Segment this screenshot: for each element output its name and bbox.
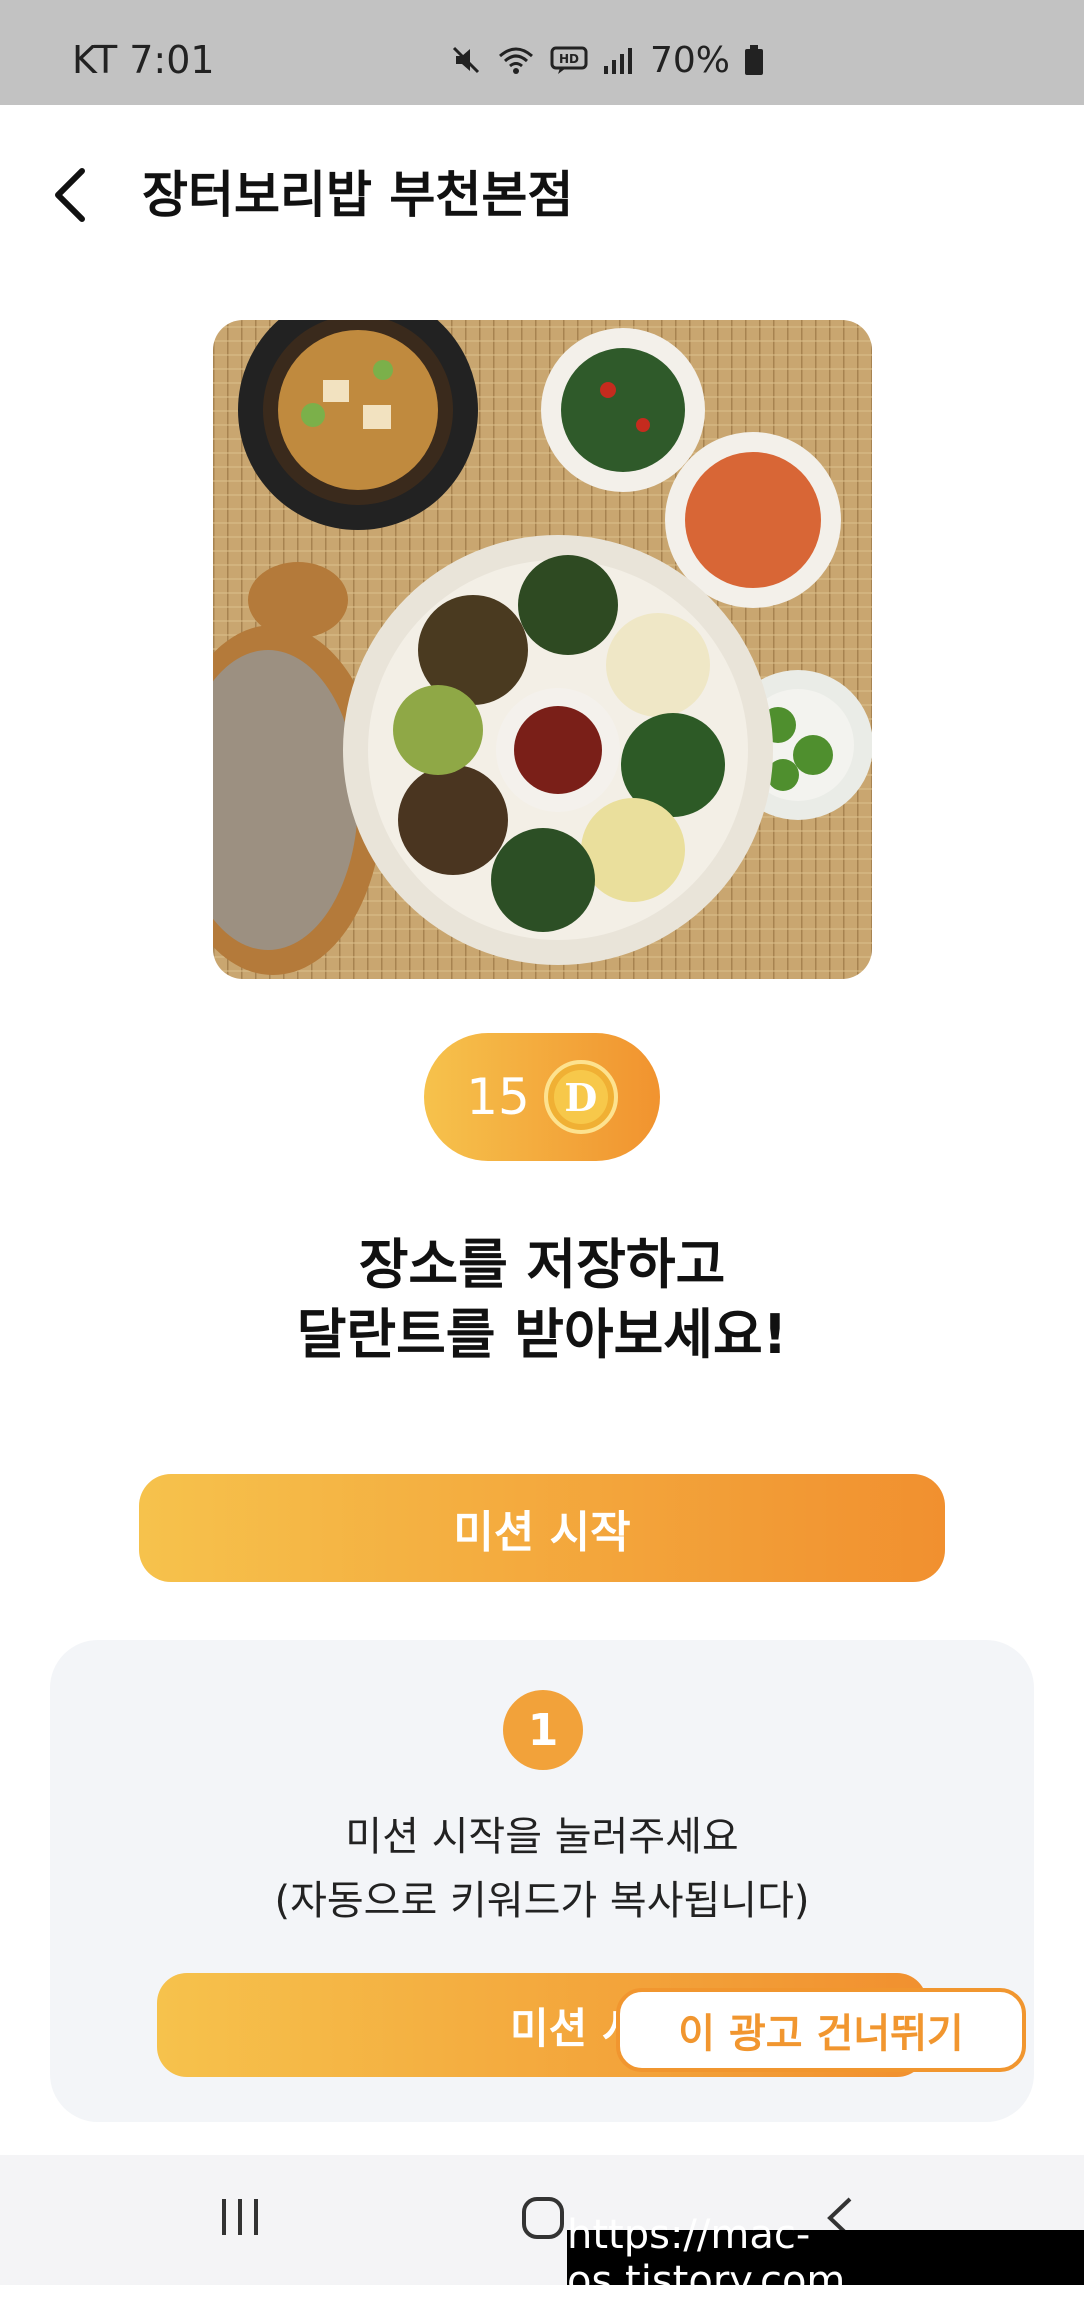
headline-line-1: 장소를 저장하고 (358, 1233, 726, 1296)
battery-percent: 70% (650, 39, 731, 81)
home-button[interactable] (520, 2195, 566, 2245)
back-button[interactable] (40, 160, 100, 230)
coin-letter: D (564, 1074, 598, 1120)
battery-icon (745, 45, 764, 75)
recents-icon (222, 2199, 258, 2235)
page-title: 장터보리밥 부천본점 (142, 166, 574, 224)
mission-start-button[interactable]: 미션 시작 (139, 1474, 945, 1582)
status-carrier-time: KT 7:01 (72, 38, 215, 82)
recents-button[interactable] (218, 2195, 262, 2243)
status-icons: HD 70% (450, 39, 764, 81)
headline-line-2: 달란트를 받아보세요! (296, 1303, 788, 1366)
watermark: https://mac-os.tistory.com (567, 2212, 1084, 2304)
step-instructions: 미션 시작을 눌러주세요 (자동으로 키워드가 복사됩니다) (50, 1805, 1034, 1933)
wifi-icon (499, 47, 533, 74)
coin-icon: D (543, 1060, 618, 1134)
reward-badge: 15 D (424, 1033, 660, 1161)
home-icon (522, 2197, 564, 2239)
step-instruction-line-1: 미션 시작을 눌러주세요 (345, 1814, 739, 1860)
status-bar: KT 7:01 HD 70% (0, 0, 1084, 105)
skip-ad-button[interactable]: 이 광고 건너뛰기 (616, 1988, 1026, 2072)
step-instruction-line-2: (자동으로 키워드가 복사됩니다) (274, 1878, 810, 1924)
chevron-left-icon (55, 168, 85, 222)
hd-voice-icon: HD (550, 46, 588, 74)
signal-icon (604, 48, 632, 74)
mute-icon (452, 46, 480, 74)
store-photo (213, 320, 872, 979)
step-number-badge: 1 (503, 1690, 583, 1770)
svg-text:HD: HD (559, 52, 579, 66)
reward-amount: 15 (466, 1068, 530, 1126)
mission-headline: 장소를 저장하고 달란트를 받아보세요! (0, 1230, 1084, 1370)
